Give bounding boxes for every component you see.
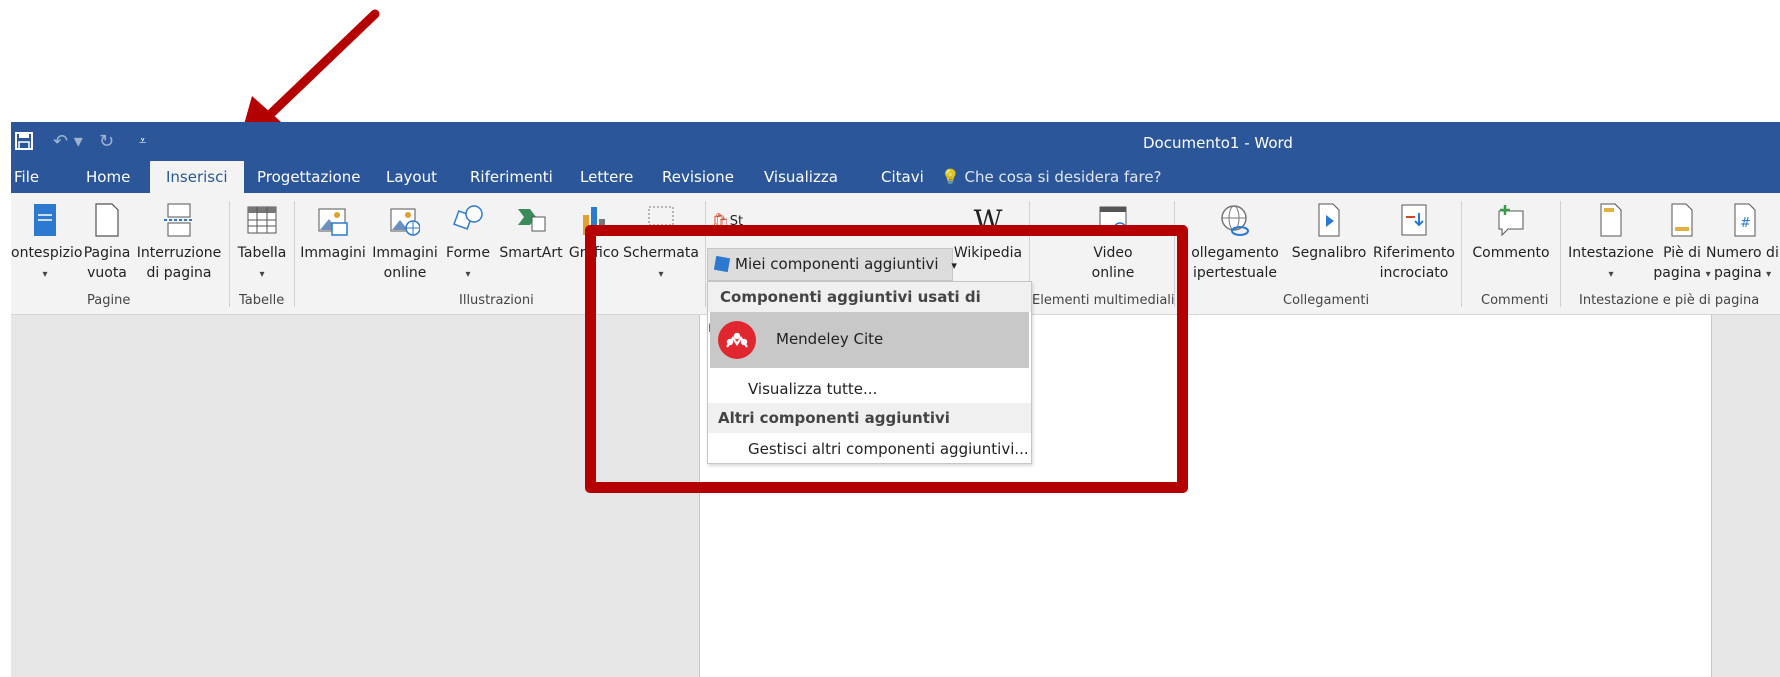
comment-icon xyxy=(1498,205,1524,237)
ribbon-tabs: File Home Inserisci Progettazione Layout… xyxy=(11,161,1780,193)
page-number-icon: # xyxy=(1734,203,1756,237)
window-title: Documento1 - Word xyxy=(1143,134,1293,152)
pictures-button[interactable]: Immagini xyxy=(300,203,366,263)
tab-progettazione[interactable]: Progettazione xyxy=(257,161,360,193)
online-pictures-button[interactable]: Immagini online xyxy=(372,203,438,283)
tab-inserisci[interactable]: Inserisci xyxy=(150,161,244,193)
table-button[interactable]: Tabella ▾ xyxy=(235,203,289,285)
footer-icon xyxy=(1671,203,1693,237)
tell-me-box[interactable]: 💡 Che cosa si desidera fare? xyxy=(941,161,1162,193)
customize-icon[interactable]: ⩡ xyxy=(139,134,146,149)
tab-riferimenti[interactable]: Riferimenti xyxy=(470,161,553,193)
undo-icon[interactable]: ↶ ▾ xyxy=(53,131,83,152)
cross-reference-button[interactable]: Riferimento incrociato xyxy=(1373,203,1455,283)
page-break-button[interactable]: Interruzione di pagina xyxy=(135,203,223,283)
table-icon xyxy=(247,206,277,234)
svg-text:#: # xyxy=(1740,216,1751,231)
annotation-highlight-frame xyxy=(585,225,1188,493)
hyperlink-button[interactable]: ollegamento ipertestuale xyxy=(1187,203,1283,283)
tab-home[interactable]: Home xyxy=(86,161,130,193)
cover-page-button[interactable]: ontespizio ▾ xyxy=(11,203,82,285)
group-label-intestazione: Intestazione e piè di pagina xyxy=(1579,293,1760,308)
blank-page-button[interactable]: Pagina vuota xyxy=(83,203,131,283)
cover-page-icon xyxy=(34,204,56,236)
group-separator xyxy=(1560,201,1561,307)
tab-file[interactable]: File xyxy=(14,161,39,193)
blank-page-icon xyxy=(95,203,119,237)
page-number-button[interactable]: # Numero di pagina ▾ xyxy=(1706,203,1780,285)
save-icon[interactable] xyxy=(15,132,33,150)
group-label-collegamenti: Collegamenti xyxy=(1283,293,1370,308)
page-break-icon xyxy=(164,203,194,237)
group-label-illustrazioni: Illustrazioni xyxy=(459,293,534,308)
comment-button[interactable]: Commento xyxy=(1467,203,1555,263)
title-bar: ↶ ▾ ↻ ⩡ Documento1 - Word xyxy=(11,122,1780,161)
shapes-icon xyxy=(453,205,483,230)
lightbulb-icon: 💡 xyxy=(941,168,960,186)
smartart-icon xyxy=(518,209,546,232)
tab-lettere[interactable]: Lettere xyxy=(580,161,633,193)
redo-icon[interactable]: ↻ xyxy=(99,131,114,152)
group-separator xyxy=(294,201,295,307)
tab-revisione[interactable]: Revisione xyxy=(662,161,734,193)
cross-reference-icon xyxy=(1401,204,1427,236)
bookmark-button[interactable]: Segnalibro xyxy=(1287,203,1371,263)
tab-citavi[interactable]: Citavi xyxy=(881,161,924,193)
group-label-tabelle: Tabelle xyxy=(239,293,285,308)
smartart-button[interactable]: SmartArt xyxy=(498,203,564,263)
group-label-pagine: Pagine xyxy=(87,293,131,308)
group-separator xyxy=(229,201,230,307)
bookmark-icon xyxy=(1318,203,1340,237)
shapes-button[interactable]: Forme ▾ xyxy=(444,203,492,285)
group-label-commenti: Commenti xyxy=(1481,293,1549,308)
tab-visualizza[interactable]: Visualizza xyxy=(764,161,838,193)
header-button[interactable]: Intestazione ▾ xyxy=(1566,203,1656,285)
picture-icon xyxy=(318,208,348,236)
group-separator xyxy=(1461,201,1462,307)
hyperlink-icon xyxy=(1221,205,1249,236)
footer-button[interactable]: Piè di pagina ▾ xyxy=(1653,203,1711,285)
tab-layout[interactable]: Layout xyxy=(386,161,437,193)
header-icon xyxy=(1600,203,1622,237)
online-picture-icon xyxy=(390,208,420,236)
